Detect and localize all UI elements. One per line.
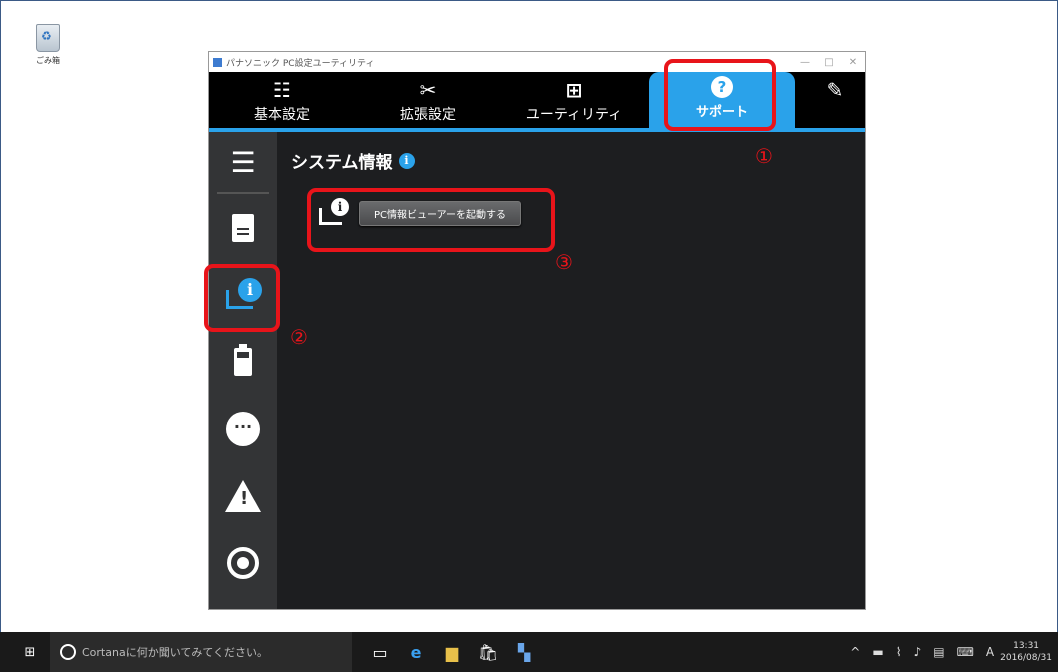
tab-advanced-settings[interactable]: ✂ 拡張設定 — [355, 72, 501, 128]
annotation-box-sidebar-item — [204, 264, 280, 332]
sidebar-item-document[interactable] — [209, 194, 277, 261]
chevron-up-icon[interactable]: ^ — [850, 645, 860, 659]
volume-icon[interactable]: ♪ — [914, 645, 922, 659]
store-icon[interactable]: 🛍 — [470, 643, 506, 662]
sidebar-item-battery[interactable] — [209, 328, 277, 395]
wrench-icon: ✎ — [826, 78, 844, 102]
clock-date: 2016/08/31 — [1000, 653, 1052, 663]
tab-label: ユーティリティ — [525, 107, 623, 123]
sidebar-item-warning[interactable]: ! — [209, 462, 277, 529]
tab-basic-settings[interactable]: ☷ 基本設定 — [209, 72, 355, 128]
info-icon[interactable]: i — [398, 152, 415, 169]
maximize-button[interactable]: □ — [817, 57, 841, 68]
hamburger-menu-button[interactable]: ☰ — [217, 132, 269, 194]
chat-bubble-icon: ··· — [226, 411, 260, 446]
battery-icon — [234, 343, 252, 376]
document-icon — [232, 213, 254, 242]
window-title: パナソニック PC設定ユーティリティ — [226, 58, 375, 69]
tab-utilities[interactable]: ⊞ ユーティリティ — [501, 72, 647, 128]
sidebar-item-target[interactable] — [209, 529, 277, 596]
app-icon — [213, 57, 222, 67]
sidebar: ☰ i ··· ! — [209, 132, 277, 609]
target-icon — [227, 546, 259, 579]
annotation-box-support-tab — [664, 59, 776, 131]
settings-sliders-icon: ☷ — [273, 78, 291, 102]
task-view-icon[interactable]: ▭ — [362, 643, 398, 662]
system-tray: ^ ▬ ⌇ ♪ ▤ ⌨ A 13:31 2016/08/31 — [844, 640, 1058, 664]
hamburger-icon: ☰ — [230, 145, 256, 179]
page-title: システム情報 — [291, 153, 393, 173]
tab-label: 拡張設定 — [400, 107, 456, 123]
windows-start-icon[interactable]: ⊞ — [16, 645, 44, 660]
minimize-button[interactable]: — — [793, 57, 817, 68]
recycle-bin-image — [36, 24, 60, 52]
notification-icon[interactable]: ▤ — [933, 645, 944, 659]
grid-icon: ⊞ — [565, 78, 583, 102]
cortana-circle-icon — [60, 644, 76, 660]
window-controls: — □ ✕ — [793, 57, 865, 68]
pc-settings-utility-icon[interactable]: ▚ — [506, 643, 542, 662]
close-button[interactable]: ✕ — [841, 57, 865, 68]
network-icon[interactable]: ⌇ — [896, 645, 902, 659]
clock-time: 13:31 — [1013, 641, 1040, 651]
battery-tray-icon[interactable]: ▬ — [872, 645, 883, 659]
annotation-number-3: ③ — [555, 250, 573, 274]
ime-indicator[interactable]: A — [986, 645, 994, 659]
recycle-bin-label: ごみ箱 — [36, 56, 60, 65]
annotation-box-launch-button — [307, 188, 555, 252]
annotation-number-1: ① — [755, 144, 773, 168]
annotation-number-2: ② — [290, 325, 308, 349]
taskbar-pinned-apps: ▭ e ▆ 🛍 ▚ — [362, 643, 542, 662]
keyboard-icon[interactable]: ⌨ — [957, 645, 974, 659]
taskbar: ⊞ Cortanaに何か聞いてみてください。 ▭ e ▆ 🛍 ▚ ^ ▬ ⌇ ♪… — [0, 632, 1058, 672]
page-heading: システム情報 i — [291, 148, 415, 173]
recycle-bin-icon[interactable]: ごみ箱 — [28, 24, 68, 66]
tab-tools[interactable]: ✎ — [805, 72, 865, 128]
tab-label: 基本設定 — [254, 107, 310, 123]
edge-icon[interactable]: e — [398, 643, 434, 662]
file-explorer-icon[interactable]: ▆ — [434, 643, 470, 662]
cortana-search-box[interactable]: Cortanaに何か聞いてみてください。 — [50, 632, 352, 672]
tools-icon: ✂ — [419, 78, 437, 102]
warning-icon: ! — [225, 479, 261, 512]
sidebar-item-chat[interactable]: ··· — [209, 395, 277, 462]
cortana-search-text: Cortanaに何か聞いてみてください。 — [82, 646, 269, 659]
clock[interactable]: 13:31 2016/08/31 — [1000, 640, 1052, 664]
